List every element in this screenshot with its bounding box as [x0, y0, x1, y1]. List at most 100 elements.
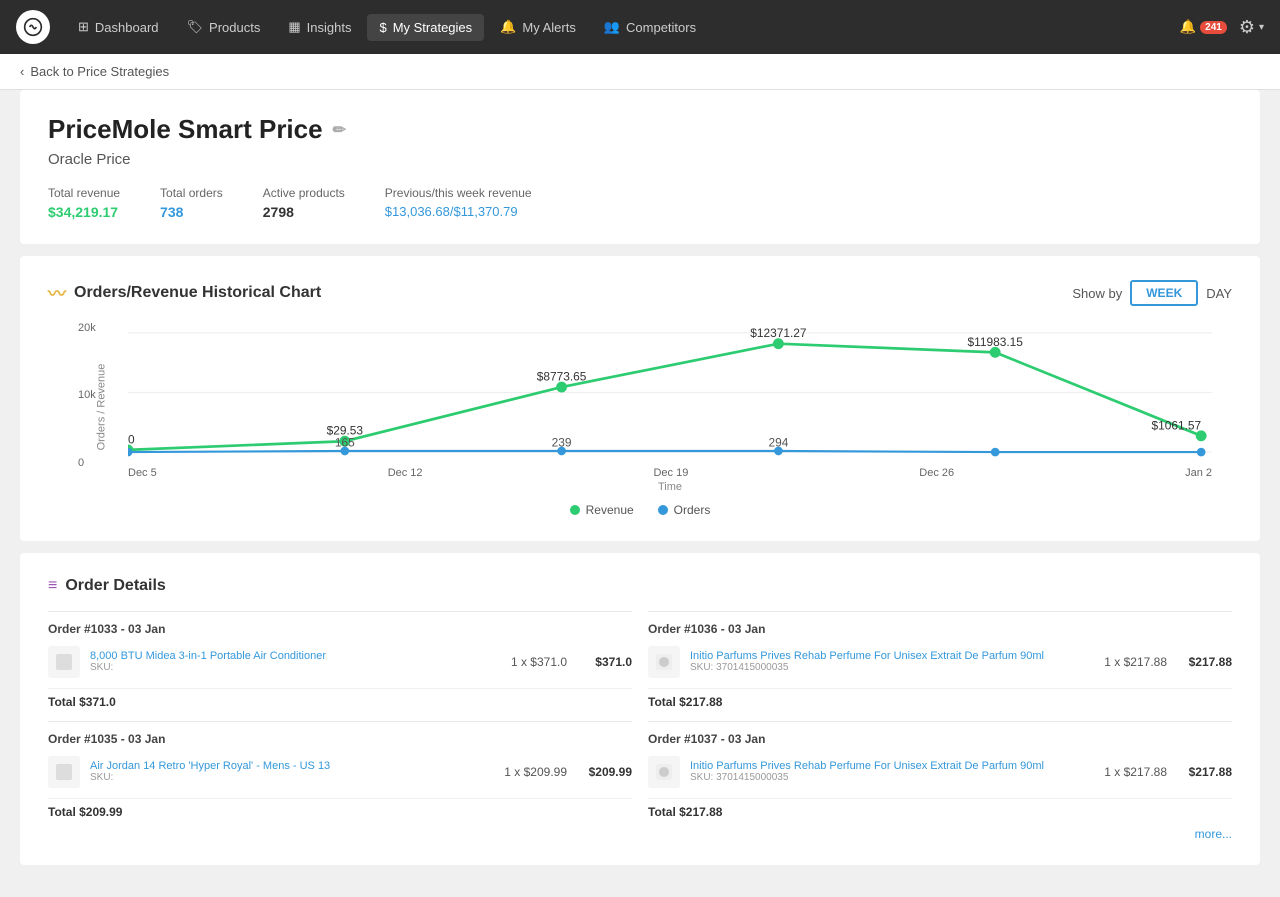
revenue-line — [128, 344, 1201, 450]
x-axis-labels: Dec 5 Dec 12 Dec 19 Dec 26 Jan 2 — [128, 467, 1212, 479]
orders-line — [128, 451, 1201, 452]
order-1036-info: Initio Parfums Prives Rehab Perfume For … — [690, 650, 1094, 673]
order-1037-info: Initio Parfums Prives Rehab Perfume For … — [690, 760, 1094, 783]
order-1035-qty: 1 x $209.99 — [504, 765, 567, 779]
order-right-column: Order #1036 - 03 Jan Initio Parfums Priv… — [648, 611, 1232, 841]
y-label-0: 0 — [78, 457, 96, 469]
chart-title-label: Orders/Revenue Historical Chart — [74, 284, 321, 302]
nav-insights-label: Insights — [307, 20, 352, 35]
prev-week-label: Previous/this week revenue — [385, 186, 532, 200]
order-1037-price: $217.88 — [1177, 765, 1232, 779]
page-title-row: PriceMole Smart Price ✏ — [48, 114, 1232, 145]
order-1035-info: Air Jordan 14 Retro 'Hyper Royal' - Mens… — [90, 760, 494, 783]
orders-legend-label: Orders — [674, 503, 711, 517]
nav-right: 🔔 241 ⚙ ▾ — [1180, 17, 1264, 38]
nav-competitors-label: Competitors — [626, 20, 696, 35]
logo — [16, 10, 50, 44]
bell-icon: 🔔 — [500, 19, 516, 35]
x-label-dec26: Dec 26 — [919, 467, 954, 479]
grid-icon: ⊞ — [78, 19, 89, 35]
order-1036-row: Initio Parfums Prives Rehab Perfume For … — [648, 642, 1232, 682]
order-dot-5 — [1197, 448, 1206, 457]
tag-icon: 🏷 — [187, 19, 204, 35]
navbar: ⊞ Dashboard 🏷 Products ▦ Insights $ My S… — [0, 0, 1280, 54]
y-axis-labels: 20k 10k 0 — [78, 322, 96, 469]
order-1033-thumb — [48, 646, 80, 678]
ord-label-2: 239 — [552, 436, 572, 450]
order-details-label: Order Details — [65, 577, 165, 595]
order-1036-header: Order #1036 - 03 Jan — [648, 622, 1232, 636]
order-1033-info: 8,000 BTU Midea 3-in-1 Portable Air Cond… — [90, 650, 501, 673]
nav-my-strategies[interactable]: $ My Strategies — [367, 14, 484, 41]
order-1033-row: 8,000 BTU Midea 3-in-1 Portable Air Cond… — [48, 642, 632, 682]
order-1037-sku: SKU: 3701415000035 — [690, 772, 1094, 783]
order-1035-thumb — [48, 756, 80, 788]
breadcrumb[interactable]: ‹ Back to Price Strategies — [0, 54, 1280, 90]
chart-wave-icon: 〰 — [48, 280, 66, 306]
gear-icon: ⚙ — [1239, 17, 1255, 38]
nav-my-alerts[interactable]: 🔔 My Alerts — [488, 13, 588, 41]
settings-button[interactable]: ⚙ ▾ — [1239, 17, 1264, 38]
x-axis-title: Time — [128, 481, 1212, 493]
nav-products[interactable]: 🏷 Products — [175, 13, 273, 41]
order-1033-qty: 1 x $371.0 — [511, 655, 567, 669]
nav-competitors[interactable]: 👥 Competitors — [592, 13, 708, 41]
order-1037-header: Order #1037 - 03 Jan — [648, 732, 1232, 746]
rev-label-0: $0 — [128, 432, 135, 446]
order-1036-name[interactable]: Initio Parfums Prives Rehab Perfume For … — [690, 650, 1094, 662]
order-1037-thumb — [648, 756, 680, 788]
strategy-card: PriceMole Smart Price ✏ Oracle Price Tot… — [20, 90, 1260, 244]
order-1033-header: Order #1033 - 03 Jan — [48, 622, 632, 636]
x-label-jan2: Jan 2 — [1185, 467, 1212, 479]
breadcrumb-label: Back to Price Strategies — [30, 64, 169, 79]
x-label-dec5: Dec 5 — [128, 467, 157, 479]
order-1035-header: Order #1035 - 03 Jan — [48, 732, 632, 746]
nav-dashboard[interactable]: ⊞ Dashboard — [66, 13, 171, 41]
order-1036-total: Total $217.88 — [648, 688, 1232, 709]
nav-insights[interactable]: ▦ Insights — [276, 13, 363, 41]
dollar-icon: $ — [379, 20, 386, 35]
day-button[interactable]: DAY — [1206, 286, 1232, 301]
order-grid: Order #1033 - 03 Jan 8,000 BTU Midea 3-i… — [48, 611, 1232, 841]
ord-label-1: 165 — [335, 436, 355, 450]
page-content: PriceMole Smart Price ✏ Oracle Price Tot… — [0, 90, 1280, 897]
x-label-dec19: Dec 19 — [653, 467, 688, 479]
prev-week-values: $13,036.68/$11,370.79 — [385, 204, 532, 219]
order-1037-row: Initio Parfums Prives Rehab Perfume For … — [648, 752, 1232, 792]
order-1035-row: Air Jordan 14 Retro 'Hyper Royal' - Mens… — [48, 752, 632, 792]
order-1037: Order #1037 - 03 Jan Initio Parfums Priv… — [648, 721, 1232, 819]
rev-label-3: $12371.27 — [750, 326, 807, 340]
order-1035-total: Total $209.99 — [48, 798, 632, 819]
stat-total-orders: Total orders 738 — [160, 186, 223, 220]
order-1037-name[interactable]: Initio Parfums Prives Rehab Perfume For … — [690, 760, 1094, 772]
nav-dashboard-label: Dashboard — [95, 20, 159, 35]
nav-my-alerts-label: My Alerts — [522, 20, 575, 35]
prev-week-this: $11,370.79 — [453, 204, 517, 219]
order-details-title: ≡ Order Details — [48, 577, 1232, 595]
week-button[interactable]: WEEK — [1130, 280, 1198, 306]
order-1037-qty: 1 x $217.88 — [1104, 765, 1167, 779]
order-1036: Order #1036 - 03 Jan Initio Parfums Priv… — [648, 611, 1232, 709]
order-1033: Order #1033 - 03 Jan 8,000 BTU Midea 3-i… — [48, 611, 632, 709]
order-left-column: Order #1033 - 03 Jan 8,000 BTU Midea 3-i… — [48, 611, 632, 841]
barchart-icon: ▦ — [288, 19, 300, 35]
total-orders-value: 738 — [160, 204, 223, 220]
stats-row: Total revenue $34,219.17 Total orders 73… — [48, 186, 1232, 220]
order-1036-price: $217.88 — [1177, 655, 1232, 669]
more-link[interactable]: more... — [648, 827, 1232, 841]
revenue-legend-label: Revenue — [586, 503, 634, 517]
order-1035-name[interactable]: Air Jordan 14 Retro 'Hyper Royal' - Mens… — [90, 760, 494, 772]
notifications-button[interactable]: 🔔 241 — [1180, 19, 1227, 35]
order-1035-sku: SKU: — [90, 772, 494, 783]
order-1036-qty: 1 x $217.88 — [1104, 655, 1167, 669]
rev-label-4: $11983.15 — [967, 335, 1023, 349]
nav-my-strategies-label: My Strategies — [393, 20, 472, 35]
chevron-down-icon: ▾ — [1259, 22, 1264, 33]
active-products-value: 2798 — [263, 204, 345, 220]
order-1033-name[interactable]: 8,000 BTU Midea 3-in-1 Portable Air Cond… — [90, 650, 501, 662]
prev-week-prev: $13,036.68/ — [385, 204, 454, 219]
order-details-card: ≡ Order Details Order #1033 - 03 Jan 8,0… — [20, 553, 1260, 865]
edit-icon[interactable]: ✏ — [333, 120, 346, 140]
y-label-20k: 20k — [78, 322, 96, 334]
order-1033-total: Total $371.0 — [48, 688, 632, 709]
